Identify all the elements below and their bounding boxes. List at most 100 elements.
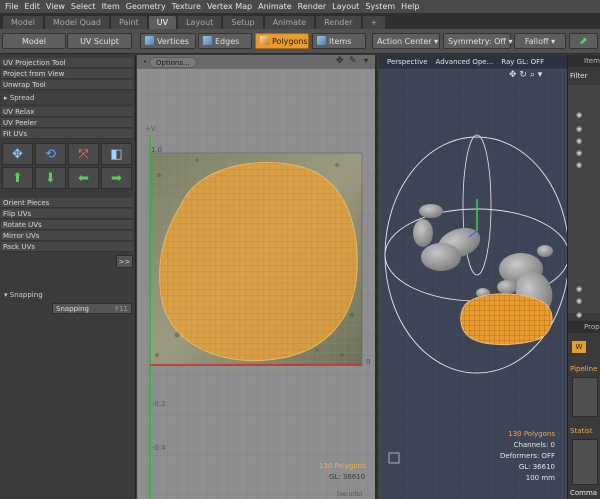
uv-canvas[interactable] (137, 55, 377, 499)
tab-add[interactable]: + (362, 16, 386, 29)
tab-model-quad[interactable]: Model Quad (45, 16, 109, 29)
symmetry-dropdown[interactable]: Symmetry: Off ▾ (443, 33, 513, 49)
fit-uvs-button[interactable]: Fit UVs (1, 129, 133, 139)
uv-peeler-button[interactable]: UV Peeler (1, 118, 133, 128)
move-left-button[interactable]: ⬅ (68, 167, 99, 189)
snapping-header[interactable]: ▾ Snapping (1, 290, 133, 301)
menu-geometry[interactable]: Geometry (126, 2, 166, 11)
menu-file[interactable]: File (5, 2, 18, 11)
perspective-header: Perspective Advanced Ope... Ray GL: OFF (379, 55, 567, 69)
items-mode-button[interactable]: Items (312, 33, 366, 49)
transform-icon-grid: ✥ ⟲ ⤧ ◧ ⬆ ⬇ ⬅ ➡ (2, 143, 132, 189)
edges-mode-button[interactable]: Edges (198, 33, 252, 49)
menu-item[interactable]: Item (102, 2, 120, 11)
dot-icon: • (143, 58, 148, 66)
arrow-up-icon: ⬆ (12, 170, 23, 186)
tab-paint[interactable]: Paint (110, 16, 147, 29)
layout-tab-bar: Model Model Quad Paint UV Layout Setup A… (0, 13, 600, 29)
visibility-eye-icon[interactable]: ◉ (576, 285, 582, 293)
menu-animate[interactable]: Animate (258, 2, 292, 11)
scale-tool-button[interactable]: ⤧ (68, 143, 99, 165)
shading-dropdown[interactable]: Advanced Ope... (436, 58, 494, 66)
move-tool-button[interactable]: ✥ (2, 143, 33, 165)
menu-help[interactable]: Help (401, 2, 419, 11)
pan-icon[interactable]: ✥ (336, 56, 344, 66)
visibility-eye-icon[interactable]: ◉ (576, 149, 582, 157)
action-center-dropdown[interactable]: Action Center ▾ (372, 33, 440, 49)
model-mode-button[interactable]: Model (2, 33, 66, 49)
tab-layout[interactable]: Layout (178, 16, 222, 29)
raygl-toggle[interactable]: Ray GL: OFF (501, 58, 544, 66)
rotate-tool-button[interactable]: ⟲ (35, 143, 66, 165)
mirror-uvs-button[interactable]: Mirror UVs (1, 231, 133, 241)
project-from-view-button[interactable]: Project from View (1, 69, 133, 79)
uv-viewport-header: Options... • ✥ ✎ ▾ (137, 55, 375, 69)
tick-neg-0-2: -0.2 (152, 400, 166, 408)
unwrap-tool-button[interactable]: Unwrap Tool (1, 80, 133, 90)
visibility-eye-icon[interactable]: ◉ (576, 297, 582, 305)
uv-projection-tool-button[interactable]: UV Projection Tool (1, 58, 133, 68)
expand-panel-button[interactable]: >> (116, 255, 133, 268)
visibility-eye-icon[interactable]: ◉ (576, 111, 582, 119)
polygons-mode-button[interactable]: Polygons (255, 33, 309, 49)
flip-uvs-button[interactable]: Flip UVs (1, 209, 133, 219)
move-down-button[interactable]: ⬇ (35, 167, 66, 189)
statistics-label: Statist (570, 427, 593, 435)
menu-render[interactable]: Render (298, 2, 326, 11)
uv-options-button[interactable]: Options... (149, 57, 197, 68)
arrow-right-icon: ➡ (111, 170, 122, 186)
tab-render[interactable]: Render (316, 16, 361, 29)
chevron-down-icon[interactable]: ▾ (538, 70, 543, 80)
item-list-tab[interactable]: Item (584, 57, 600, 65)
move-right-button[interactable]: ➡ (101, 167, 132, 189)
menu-system[interactable]: System (365, 2, 395, 11)
vertices-mode-button[interactable]: Vertices (140, 33, 196, 49)
uv-island-wireframe (159, 162, 358, 361)
tab-uv[interactable]: UV (148, 16, 177, 29)
tab-model[interactable]: Model (3, 16, 44, 29)
selected-mesh-wireframe (460, 293, 553, 345)
snap-tool-button[interactable]: ⬈ (569, 33, 598, 49)
orbit-icon[interactable]: ↻ (519, 70, 527, 80)
visibility-eye-icon[interactable]: ◉ (576, 311, 582, 319)
rotate-uvs-button[interactable]: Rotate UVs (1, 220, 133, 230)
tab-animate[interactable]: Animate (264, 16, 315, 29)
spread-header[interactable]: ▸ Spread (1, 93, 133, 104)
viewport-nav-icons: ✥ ↻ ⌕ ▾ (509, 70, 542, 80)
visibility-eye-icon[interactable]: ◉ (576, 137, 582, 145)
uv-sculpt-button[interactable]: UV Sculpt (67, 33, 132, 49)
falloff-dropdown[interactable]: Falloff ▾ (514, 33, 566, 49)
tab-setup[interactable]: Setup (223, 16, 263, 29)
menu-view[interactable]: View (46, 2, 65, 11)
visibility-eye-icon[interactable]: ◉ (576, 125, 582, 133)
menu-edit[interactable]: Edit (24, 2, 40, 11)
uv-viewport[interactable]: Options... • ✥ ✎ ▾ +V 1.0 0 -0.2 -0.4 13… (137, 55, 377, 499)
filter-label: Filter (570, 72, 588, 80)
uv-polygon-count: 130 Polygons (319, 462, 366, 470)
properties-mode-button[interactable]: W (572, 341, 586, 353)
properties-tab[interactable]: Prop (584, 323, 600, 331)
menu-texture[interactable]: Texture (172, 2, 201, 11)
item-list-panel: Item Filter ◉ ◉ ◉ ◉ ◉ ◉ ◉ ◉ Prop W Pipel… (567, 55, 600, 499)
pack-uvs-button[interactable]: Pack UVs (1, 242, 133, 252)
falloff-label: Falloff (524, 37, 549, 46)
menu-vertex-map[interactable]: Vertex Map (207, 2, 252, 11)
rotate-icon: ⟲ (45, 146, 56, 162)
zoom-icon[interactable]: ⌕ (530, 70, 535, 80)
menu-bar: File Edit View Select Item Geometry Text… (0, 0, 600, 13)
symmetry-label: Symmetry: Off (448, 37, 506, 46)
view-type-dropdown[interactable]: Perspective (387, 58, 428, 66)
snapping-toggle[interactable]: Snapping F11 (52, 303, 132, 314)
perspective-viewport[interactable]: Perspective Advanced Ope... Ray GL: OFF … (379, 55, 567, 499)
menu-select[interactable]: Select (71, 2, 96, 11)
uv-relax-button[interactable]: UV Relax (1, 107, 133, 117)
transform-tool-button[interactable]: ◧ (101, 143, 132, 165)
menu-layout[interactable]: Layout (332, 2, 359, 11)
uv-info-text: (no info) (337, 491, 363, 498)
pan-icon[interactable]: ✥ (509, 70, 517, 80)
orient-pieces-button[interactable]: Orient Pieces (1, 198, 133, 208)
visibility-eye-icon[interactable]: ◉ (576, 161, 582, 169)
wrench-icon[interactable]: ✎ (349, 56, 357, 66)
move-up-button[interactable]: ⬆ (2, 167, 33, 189)
chevron-down-icon[interactable]: ▾ (364, 56, 368, 65)
